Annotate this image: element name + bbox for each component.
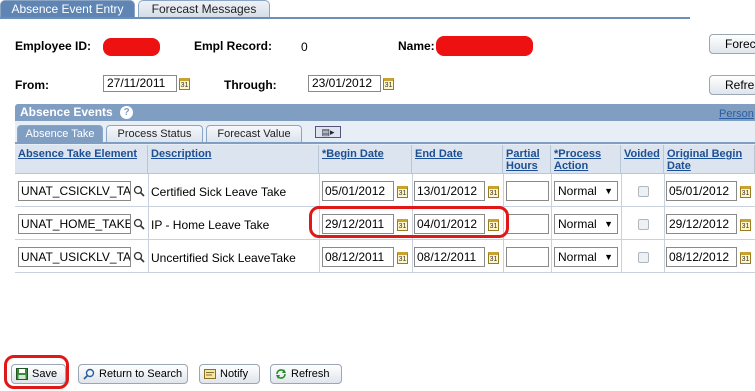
description-text: Certified Sick Leave Take	[151, 185, 287, 199]
original-begin-calendar-icon[interactable]: 31	[740, 219, 751, 231]
absence-events-header: Absence Events ?	[15, 104, 755, 121]
show-all-columns-icon[interactable]: ▤▸	[315, 126, 341, 138]
subtab-absence-take[interactable]: Absence Take	[17, 125, 103, 142]
lookup-icon[interactable]	[133, 218, 145, 230]
end-calendar-icon[interactable]: 31	[488, 252, 499, 264]
forecast-button[interactable]: Forec	[709, 34, 755, 54]
column-separator	[148, 174, 149, 273]
return-to-search-label: Return to Search	[99, 368, 183, 380]
col-description[interactable]: Description	[148, 145, 319, 174]
lookup-icon[interactable]	[133, 251, 145, 263]
element-input[interactable]: UNAT_CSICKLV_TA	[18, 181, 131, 201]
voided-checkbox	[638, 219, 649, 230]
element-input[interactable]: UNAT_HOME_TAKE	[18, 214, 131, 234]
begin-calendar-icon[interactable]: 31	[397, 186, 408, 198]
end-date-input[interactable]: 13/01/2012	[414, 181, 485, 201]
col-original-begin-date[interactable]: Original Begin Date	[664, 145, 755, 174]
empl-record-label: Empl Record:	[194, 39, 273, 53]
tab-absence-event-entry[interactable]: Absence Event Entry	[0, 0, 135, 17]
col-absence-take-element[interactable]: Absence Take Element	[15, 145, 148, 174]
tab-forecast-messages[interactable]: Forecast Messages	[138, 0, 270, 17]
highlight-dates-annotation	[309, 206, 509, 238]
col-begin-date[interactable]: *Begin Date	[319, 145, 412, 174]
return-to-search-button[interactable]: Return to Search	[78, 364, 188, 384]
process-action-select[interactable]: Normal ▼	[554, 247, 618, 267]
end-date-input[interactable]: 08/12/2011	[414, 247, 485, 267]
description-text: IP - Home Leave Take	[151, 218, 270, 232]
begin-date-input[interactable]: 05/01/2012	[322, 181, 394, 201]
empl-record-value: 0	[301, 40, 308, 54]
refresh-icon	[276, 369, 286, 379]
col-end-date[interactable]: End Date	[412, 145, 503, 174]
col-partial-hours[interactable]: Partial Hours	[503, 145, 551, 174]
subtab-divider	[15, 142, 755, 144]
highlight-save-annotation	[4, 355, 69, 389]
name-redacted	[436, 36, 533, 56]
subtab-process-status[interactable]: Process Status	[106, 125, 203, 142]
notify-button[interactable]: Notify	[199, 364, 260, 384]
refresh-top-button[interactable]: Refre	[709, 75, 755, 95]
original-begin-date-input[interactable]: 29/12/2012	[666, 214, 737, 234]
name-label: Name:	[398, 39, 435, 53]
voided-checkbox	[638, 252, 649, 263]
personalize-link[interactable]: Person	[719, 108, 754, 120]
through-label: Through:	[224, 78, 277, 92]
begin-date-input[interactable]: 08/12/2011	[322, 247, 394, 267]
notify-icon	[204, 369, 216, 379]
notify-label: Notify	[220, 368, 249, 380]
col-process-action[interactable]: *Process Action	[551, 145, 621, 174]
through-calendar-icon[interactable]: 31	[383, 78, 394, 90]
column-separator	[621, 174, 622, 273]
from-label: From:	[15, 78, 49, 92]
end-calendar-icon[interactable]: 31	[488, 186, 499, 198]
partial-hours-input[interactable]	[506, 214, 549, 234]
from-date-input[interactable]: 27/11/2011	[103, 75, 177, 92]
tab-divider	[0, 17, 690, 19]
partial-hours-input[interactable]	[506, 247, 549, 267]
description-text: Uncertified Sick LeaveTake	[151, 251, 296, 265]
lookup-icon[interactable]	[133, 185, 145, 197]
element-input[interactable]: UNAT_USICKLV_TA	[18, 247, 131, 267]
help-icon[interactable]: ?	[120, 106, 134, 120]
refresh-button[interactable]: Refresh	[270, 364, 342, 384]
return-search-icon	[83, 368, 95, 380]
original-begin-date-input[interactable]: 05/01/2012	[666, 181, 737, 201]
original-begin-date-input[interactable]: 08/12/2012	[666, 247, 737, 267]
partial-hours-input[interactable]	[506, 181, 549, 201]
original-begin-calendar-icon[interactable]: 31	[740, 186, 751, 198]
column-separator	[551, 174, 552, 273]
process-action-select[interactable]: Normal ▼	[554, 181, 618, 201]
begin-calendar-icon[interactable]: 31	[397, 252, 408, 264]
refresh-label: Refresh	[291, 368, 330, 380]
absence-events-title: Absence Events	[20, 105, 113, 119]
original-begin-calendar-icon[interactable]: 31	[740, 252, 751, 264]
column-separator	[664, 174, 665, 273]
voided-checkbox	[638, 186, 649, 197]
subtab-forecast-value[interactable]: Forecast Value	[206, 125, 302, 142]
employee-id-redacted	[103, 38, 160, 56]
through-date-input[interactable]: 23/01/2012	[308, 75, 381, 92]
employee-id-label: Employee ID:	[15, 39, 92, 53]
process-action-select[interactable]: Normal ▼	[554, 214, 618, 234]
from-calendar-icon[interactable]: 31	[179, 78, 190, 90]
col-voided[interactable]: Voided	[621, 145, 664, 174]
